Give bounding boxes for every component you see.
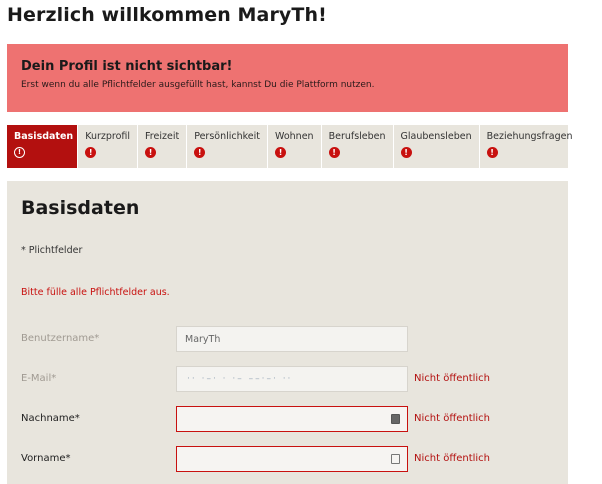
warning-icon: !: [400, 147, 412, 158]
warning-icon: !: [145, 147, 157, 158]
firstname-privacy-label: Nicht öffentlich: [414, 453, 491, 464]
basisdaten-panel: Basisdaten * Plichtfelder Bitte fülle al…: [7, 181, 568, 484]
panel-title: Basisdaten: [21, 197, 140, 219]
username-label: Benutzername*: [21, 333, 100, 344]
tab-label: Kurzprofil: [85, 131, 131, 142]
lastname-input[interactable]: [176, 406, 408, 432]
lastname-row: Nachname* Nicht öffentlich: [7, 406, 568, 432]
email-row: E-Mail* ·· ·–· · ·– ––·–· ·· Nicht öffen…: [7, 366, 568, 392]
warning-icon: !: [328, 147, 340, 158]
firstname-row: Vorname* Nicht öffentlich: [7, 446, 568, 472]
warning-icon: !: [194, 147, 206, 158]
tab-glaubensleben[interactable]: Glaubensleben !: [394, 125, 480, 168]
tab-label: Beziehungsfragen: [486, 131, 573, 142]
email-label: E-Mail*: [21, 373, 57, 384]
firstname-label: Vorname*: [21, 453, 71, 464]
alert-title: Dein Profil ist nicht sichtbar!: [21, 59, 233, 74]
email-blurred-value: ·· ·–· · ·– ––·–· ··: [187, 374, 293, 384]
contact-card-icon: [391, 414, 400, 424]
info-icon: [391, 454, 400, 464]
tab-kurzprofil[interactable]: Kurzprofil !: [78, 125, 139, 168]
lastname-privacy-label: Nicht öffentlich: [414, 413, 491, 424]
required-note: * Plichtfelder: [21, 245, 83, 256]
tab-berufsleben[interactable]: Berufsleben !: [322, 125, 394, 168]
tab-label: Basisdaten: [14, 131, 74, 142]
tab-label: Wohnen: [275, 131, 314, 142]
tab-label: Persönlichkeit: [194, 131, 261, 142]
email-privacy-label: Nicht öffentlich: [414, 373, 491, 384]
lastname-label: Nachname*: [21, 413, 80, 424]
tab-persoenlichkeit[interactable]: Persönlichkeit !: [187, 125, 269, 168]
warning-icon: !: [14, 147, 25, 158]
page-title: Herzlich willkommen MaryTh!: [7, 4, 327, 26]
tab-basisdaten[interactable]: Basisdaten !: [7, 125, 79, 168]
warning-icon: !: [486, 147, 498, 158]
warning-icon: !: [85, 147, 97, 158]
username-input[interactable]: [176, 326, 408, 352]
tab-wohnen[interactable]: Wohnen !: [268, 125, 322, 168]
username-row: Benutzername*: [7, 326, 568, 352]
alert-text: Erst wenn du alle Pflichtfelder ausgefül…: [21, 80, 375, 90]
profile-tabs: Basisdaten ! Kurzprofil ! Freizeit ! Per…: [7, 125, 572, 168]
firstname-input[interactable]: [176, 446, 408, 472]
tab-beziehungsfragen[interactable]: Beziehungsfragen !: [480, 125, 580, 168]
tab-label: Glaubensleben: [400, 131, 472, 142]
visibility-alert: Dein Profil ist nicht sichtbar! Erst wen…: [7, 44, 568, 112]
warning-icon: !: [275, 147, 287, 158]
tab-label: Freizeit: [145, 131, 180, 142]
tab-label: Berufsleben: [328, 131, 386, 142]
error-note: Bitte fülle alle Pflichtfelder aus.: [21, 287, 170, 298]
tab-freizeit[interactable]: Freizeit !: [138, 125, 188, 168]
